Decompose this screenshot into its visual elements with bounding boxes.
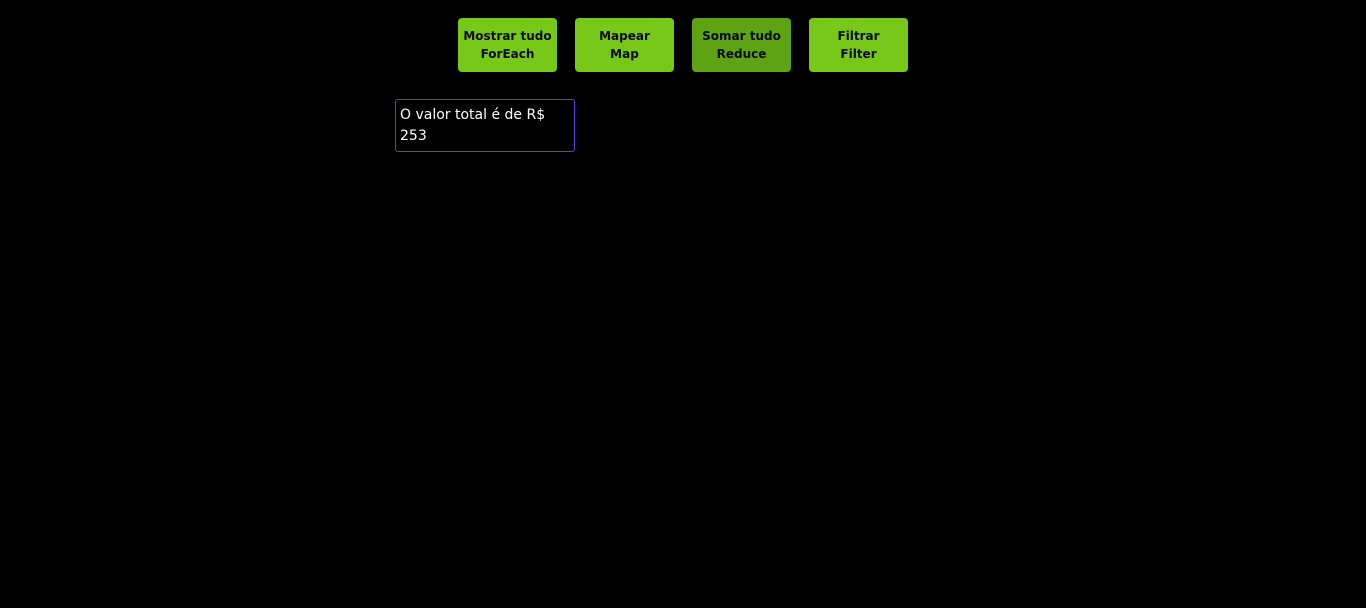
reduce-button-label-line2: Reduce [716,47,767,61]
filter-button[interactable]: Filtrar Filter [809,18,908,72]
foreach-button-label-line1: Mostrar tudo [463,29,552,43]
reduce-button-label-line1: Somar tudo [702,29,781,43]
foreach-button-label-line2: ForEach [480,47,535,61]
page: Mostrar tudo ForEach Mapear Map Somar tu… [0,0,1366,608]
filter-button-label-line1: Filtrar [837,29,880,43]
action-toolbar: Mostrar tudo ForEach Mapear Map Somar tu… [458,18,908,72]
result-text: O valor total é de R$ 253 [400,107,546,144]
map-button[interactable]: Mapear Map [575,18,674,72]
reduce-button[interactable]: Somar tudo Reduce [692,18,791,72]
result-output: O valor total é de R$ 253 [395,99,575,152]
foreach-button[interactable]: Mostrar tudo ForEach [458,18,557,72]
map-button-label-line2: Map [610,47,639,61]
filter-button-label-line2: Filter [840,47,877,61]
map-button-label-line1: Mapear [599,29,650,43]
